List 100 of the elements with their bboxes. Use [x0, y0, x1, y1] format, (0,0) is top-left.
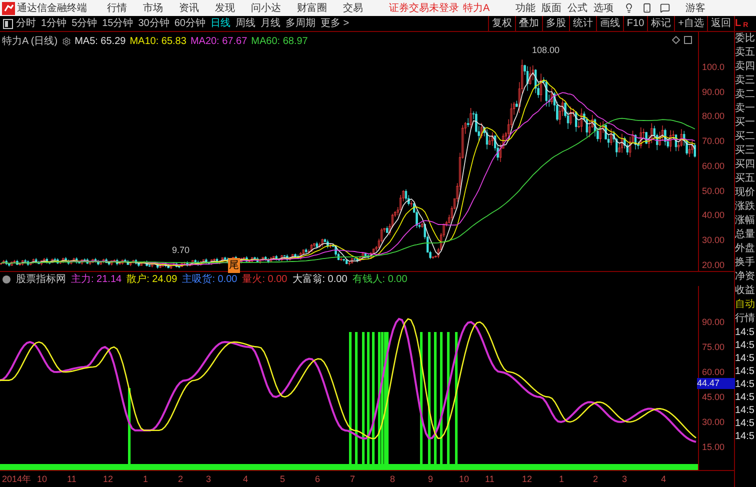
chart-title: 特力A (日线) — [2, 34, 58, 49]
period-tab[interactable]: 分时 — [16, 16, 36, 31]
period-tab[interactable]: 15分钟 — [102, 16, 134, 31]
quote-field-label: 买一 — [735, 116, 756, 130]
quote-field-label: 自动 — [735, 298, 756, 312]
app-title: 通达信金融终端 — [17, 2, 87, 16]
axis-label: 30.00 — [702, 234, 725, 247]
axis-label: 15.00 — [702, 441, 725, 454]
axis-label: 30.00 — [702, 416, 725, 429]
time-axis-label: 2 — [178, 473, 184, 486]
menu-item[interactable]: 交易 — [343, 0, 363, 16]
axis-label: 50.00 — [702, 184, 725, 198]
quote-field-label: 卖三 — [735, 74, 756, 88]
time-label: 14:5 — [735, 365, 756, 378]
chart-tool-button[interactable]: 标记 — [647, 16, 674, 31]
indicator-value: 散户: 24.09 — [126, 272, 178, 286]
axis-label: 20.00 — [702, 258, 725, 272]
time-axis-label: 3 — [206, 473, 212, 486]
menu-item[interactable]: 财富圈 — [297, 0, 327, 16]
indicator-value: 有钱人: 0.00 — [352, 272, 408, 286]
axis-label: 70.00 — [702, 135, 725, 148]
user-name[interactable]: 游客 — [686, 0, 706, 16]
quote-field-label: 涨幅 — [735, 214, 756, 228]
time-label: 14:5 — [735, 339, 756, 352]
high-price-label: 108.00 — [532, 44, 560, 57]
quote-field-label: 总量 — [735, 228, 756, 242]
period-tab[interactable]: 日线 — [210, 16, 230, 31]
quote-field-label: 现价 — [735, 186, 756, 200]
time-axis-label: 11 — [485, 473, 494, 486]
chart-tool-button[interactable]: 多股 — [542, 16, 569, 31]
time-axis-label: 10 — [459, 473, 470, 486]
chart-tool-button[interactable]: +自选 — [674, 16, 707, 31]
menu-item[interactable]: 功能 — [516, 0, 536, 16]
menu-item[interactable]: 发现 — [215, 0, 235, 16]
axis-label: 80.00 — [702, 110, 725, 124]
quote-field-label: 买四 — [735, 158, 756, 172]
quote-field-label: 买五 — [735, 172, 756, 186]
time-axis-label: 8 — [390, 473, 396, 486]
menu-item[interactable]: 选项 — [594, 0, 614, 16]
indicator-value: 主吸货: 0.00 — [182, 272, 238, 286]
quote-field-label: 卖四 — [735, 60, 756, 74]
time-axis-label: 1 — [559, 473, 564, 486]
time-axis-label: 5 — [280, 473, 286, 486]
menu-item[interactable]: 公式 — [568, 0, 588, 16]
quote-field-label: 净资 — [735, 270, 756, 284]
time-label: 14:5 — [735, 430, 756, 443]
indicator-value: 主力: 21.14 — [71, 272, 122, 286]
quote-field-label: 收益 — [735, 284, 756, 298]
time-axis-label: 12 — [103, 473, 114, 486]
chart-tool-button[interactable]: 叠加 — [514, 16, 542, 31]
low-price-label: 9.70 — [172, 244, 190, 257]
time-axis-label: 11 — [67, 473, 76, 486]
indicator-value: 大富翁: 0.00 — [292, 272, 348, 286]
chart-tool-button[interactable]: 返回 — [707, 16, 734, 31]
axis-label: 100.0 — [702, 61, 725, 74]
axis-label: 90.00 — [702, 86, 725, 99]
time-axis-label: 9 — [428, 473, 434, 486]
tail-marker: 尾 — [228, 258, 240, 273]
side-header-label: L — [735, 17, 742, 31]
chart-tool-button[interactable]: 画线 — [596, 16, 623, 31]
period-tab[interactable]: 5分钟 — [72, 16, 98, 31]
time-axis-label: 4 — [243, 473, 248, 486]
ma-value: MA10: 65.83 — [130, 35, 186, 49]
axis-label: 60.00 — [702, 366, 725, 379]
time-axis-label: 1 — [143, 473, 148, 486]
chart-tool-button[interactable]: F10 — [622, 16, 648, 31]
time-axis-label: 2014年 — [2, 473, 32, 486]
time-axis-label: 7 — [350, 473, 356, 486]
menu-item[interactable]: 资讯 — [179, 0, 199, 16]
time-label: 14:5 — [735, 417, 756, 430]
time-label: 14:5 — [735, 391, 756, 404]
time-label: 14:5 — [735, 352, 756, 365]
period-tab[interactable]: 月线 — [260, 16, 280, 31]
chart-tool-button[interactable]: 复权 — [488, 16, 515, 31]
ma-value: MA20: 67.67 — [190, 35, 248, 49]
time-axis-label: 3 — [622, 473, 628, 486]
period-tab[interactable]: 更多 > — [320, 16, 350, 31]
stock-name: 特力A — [463, 2, 490, 16]
time-label: 14:5 — [735, 404, 756, 417]
chart-tool-button[interactable]: 统计 — [568, 16, 596, 31]
period-tab[interactable]: 多周期 — [286, 16, 316, 31]
time-label: 14:5 — [735, 378, 756, 391]
menu-item[interactable]: 市场 — [143, 0, 163, 16]
axis-label: 40.00 — [702, 209, 725, 222]
time-label: 14:5 — [735, 326, 756, 339]
menu-item[interactable]: 版面 — [542, 0, 562, 16]
quote-field-label: 卖五 — [735, 46, 756, 60]
quote-field-label: 外盘 — [735, 242, 756, 256]
axis-label: 45.00 — [702, 391, 725, 404]
period-tab[interactable]: 周线 — [236, 16, 256, 31]
period-tab[interactable]: 60分钟 — [174, 16, 206, 31]
time-axis-label: 6 — [315, 473, 320, 486]
menu-item[interactable]: 行情 — [107, 0, 127, 16]
period-tab[interactable]: 1分钟 — [41, 16, 67, 31]
ma-value: MA5: 65.29 — [74, 35, 126, 49]
time-axis-label: 4 — [661, 473, 666, 486]
period-tab[interactable]: 30分钟 — [138, 16, 170, 31]
menu-item[interactable]: 问小达 — [251, 0, 281, 16]
indicator-title: 股票指标网 — [16, 272, 66, 286]
quote-field-label: 换手 — [735, 256, 756, 270]
